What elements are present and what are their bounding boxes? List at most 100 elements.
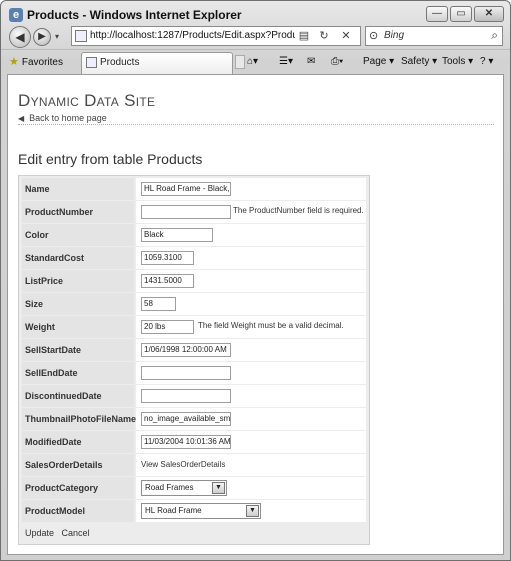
new-tab-button[interactable] bbox=[235, 55, 245, 69]
address-url[interactable]: http://localhost:1287/Products/Edit.aspx… bbox=[90, 30, 295, 41]
field-label: SellStartDate bbox=[22, 339, 134, 361]
color-input[interactable]: Black bbox=[141, 228, 213, 242]
forward-button[interactable]: ▶ bbox=[33, 28, 51, 46]
productcategory-selected: Road Frames bbox=[145, 483, 194, 492]
back-button[interactable]: ◀ bbox=[9, 26, 31, 48]
field-label: ProductCategory bbox=[22, 477, 134, 499]
page-content: Dynamic Data Site ◀ Back to home page Edi… bbox=[7, 74, 504, 555]
field-label: StandardCost bbox=[22, 247, 134, 269]
view-salesorderdetails-link[interactable]: View SalesOrderDetails bbox=[141, 458, 225, 472]
weight-input[interactable]: 20 lbs bbox=[141, 320, 194, 334]
form-row-color: Color Black bbox=[22, 224, 366, 246]
name-input[interactable]: HL Road Frame - Black, 5 bbox=[141, 182, 231, 196]
tools-menu[interactable]: Tools ▾ bbox=[442, 53, 473, 71]
field-label: Name bbox=[22, 178, 134, 200]
form-row-weight: Weight 20 lbs The field Weight must be a … bbox=[22, 316, 366, 338]
form-row-thumbnailphotofilename: ThumbnailPhotoFileName no_image_availabl… bbox=[22, 408, 366, 430]
form-row-productmodel: ProductModel HL Road Frame ▼ bbox=[22, 500, 366, 522]
back-arrow-small-icon: ◀ bbox=[18, 114, 25, 123]
chevron-down-icon[interactable]: ▼ bbox=[246, 505, 259, 517]
recent-pages-dropdown-icon[interactable]: ▾ bbox=[55, 32, 59, 41]
form-row-standardcost: StandardCost 1059.3100 bbox=[22, 247, 366, 269]
star-icon: ★ bbox=[9, 56, 19, 68]
window-controls: — ▭ ✕ bbox=[426, 6, 504, 22]
form-row-productcategory: ProductCategory Road Frames ▼ bbox=[22, 477, 366, 499]
validation-error: The field Weight must be a valid decimal… bbox=[198, 321, 344, 330]
page-icon bbox=[75, 30, 87, 42]
maximize-button[interactable]: ▭ bbox=[450, 6, 472, 22]
navigation-bar: ◀ ▶ ▾ http://localhost:1287/Products/Edi… bbox=[1, 23, 510, 49]
field-label: SellEndDate bbox=[22, 362, 134, 384]
search-input[interactable]: Bing bbox=[384, 30, 404, 41]
command-bar: ★ Favorites Products ⌂▾ ☰▾ ✉ ⎙▾ Page ▾ Sa… bbox=[1, 49, 510, 74]
help-menu[interactable]: ? ▾ bbox=[480, 53, 493, 71]
field-label: Size bbox=[22, 293, 134, 315]
field-label: ListPrice bbox=[22, 270, 134, 292]
form-row-productnumber: ProductNumber The ProductNumber field is… bbox=[22, 201, 366, 223]
form-row-size: Size 58 bbox=[22, 293, 366, 315]
field-label: ProductModel bbox=[22, 500, 134, 522]
page-menu[interactable]: Page ▾ bbox=[363, 53, 394, 71]
favorites-label: Favorites bbox=[21, 57, 63, 68]
stop-icon[interactable]: ✕ bbox=[338, 28, 354, 44]
window-title: Products - Windows Internet Explorer bbox=[27, 8, 242, 22]
site-title: Dynamic Data Site bbox=[18, 91, 156, 110]
home-icon[interactable]: ⌂▾ bbox=[247, 53, 258, 71]
modifieddate-input[interactable]: 11/03/2004 10:01:36 AM bbox=[141, 435, 231, 449]
size-input[interactable]: 58 bbox=[141, 297, 176, 311]
feeds-icon[interactable]: ☰▾ bbox=[279, 53, 293, 71]
print-icon[interactable]: ⎙▾ bbox=[331, 53, 343, 71]
sellenddate-input[interactable] bbox=[141, 366, 231, 380]
back-arrow-icon: ◀ bbox=[15, 30, 25, 44]
form-row-sellenddate: SellEndDate bbox=[22, 362, 366, 384]
form-row-sellstartdate: SellStartDate 1/06/1998 12:00:00 AM bbox=[22, 339, 366, 361]
forward-arrow-icon: ▶ bbox=[38, 31, 46, 42]
field-label: SalesOrderDetails bbox=[22, 454, 134, 476]
form-row-discontinueddate: DiscontinuedDate bbox=[22, 385, 366, 407]
safety-menu[interactable]: Safety ▾ bbox=[401, 53, 437, 71]
field-label: ProductNumber bbox=[22, 201, 134, 223]
edit-form: Name HL Road Frame - Black, 5 ProductNum… bbox=[18, 175, 370, 545]
field-label: DiscontinuedDate bbox=[22, 385, 134, 407]
productnumber-input[interactable] bbox=[141, 205, 231, 219]
search-box[interactable]: ⊙ Bing ⌕ bbox=[365, 26, 503, 46]
discontinueddate-input[interactable] bbox=[141, 389, 231, 403]
compatibility-view-icon[interactable]: ▤ bbox=[296, 28, 312, 44]
field-label: Color bbox=[22, 224, 134, 246]
form-row-salesorderdetails: SalesOrderDetails View SalesOrderDetails bbox=[22, 454, 366, 476]
productmodel-selected: HL Road Frame bbox=[145, 506, 202, 515]
chevron-down-icon[interactable]: ▼ bbox=[212, 482, 225, 494]
productcategory-select[interactable]: Road Frames ▼ bbox=[141, 480, 227, 496]
update-link[interactable]: Update bbox=[25, 528, 54, 538]
back-to-home-link[interactable]: ◀ Back to home page bbox=[18, 113, 494, 125]
cancel-link[interactable]: Cancel bbox=[62, 528, 90, 538]
thumbnailphotofilename-input[interactable]: no_image_available_sma bbox=[141, 412, 231, 426]
form-row-name: Name HL Road Frame - Black, 5 bbox=[22, 178, 366, 200]
field-label: Weight bbox=[22, 316, 134, 338]
sellstartdate-input[interactable]: 1/06/1998 12:00:00 AM bbox=[141, 343, 231, 357]
field-label: ModifiedDate bbox=[22, 431, 134, 453]
tab-title: Products bbox=[100, 57, 140, 68]
validation-error: The ProductNumber field is required. bbox=[233, 206, 364, 215]
mail-icon[interactable]: ✉ bbox=[307, 53, 315, 71]
minimize-button[interactable]: — bbox=[426, 6, 448, 22]
form-row-modifieddate: ModifiedDate 11/03/2004 10:01:36 AM bbox=[22, 431, 366, 453]
address-bar[interactable]: http://localhost:1287/Products/Edit.aspx… bbox=[71, 26, 361, 46]
standardcost-input[interactable]: 1059.3100 bbox=[141, 251, 194, 265]
browser-window: e Products - Windows Internet Explorer —… bbox=[0, 0, 511, 561]
tab-page-icon bbox=[86, 57, 97, 68]
form-actions: Update Cancel bbox=[25, 528, 95, 538]
form-row-listprice: ListPrice 1431.5000 bbox=[22, 270, 366, 292]
refresh-icon[interactable]: ↻ bbox=[316, 28, 332, 44]
ie-logo-icon: e bbox=[9, 8, 23, 22]
tab-products[interactable]: Products bbox=[81, 52, 233, 74]
back-link-label[interactable]: Back to home page bbox=[29, 113, 107, 123]
listprice-input[interactable]: 1431.5000 bbox=[141, 274, 194, 288]
search-icon[interactable]: ⌕ bbox=[491, 28, 498, 43]
close-button[interactable]: ✕ bbox=[474, 6, 504, 22]
page-heading: Edit entry from table Products bbox=[18, 151, 203, 167]
favorites-button[interactable]: ★ Favorites bbox=[9, 53, 63, 71]
field-label: ThumbnailPhotoFileName bbox=[22, 408, 136, 430]
productmodel-select[interactable]: HL Road Frame ▼ bbox=[141, 503, 261, 519]
bing-icon: ⊙ bbox=[369, 30, 379, 42]
